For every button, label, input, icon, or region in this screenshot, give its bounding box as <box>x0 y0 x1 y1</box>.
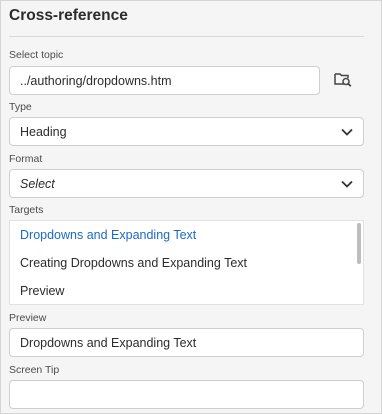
select-topic-value: ../authoring/dropdowns.htm <box>20 73 172 88</box>
format-label: Format <box>9 153 43 165</box>
target-item-dropdowns[interactable]: Dropdowns and Expanding Text <box>10 221 363 249</box>
select-topic-label: Select topic <box>9 49 64 61</box>
screen-tip-input[interactable] <box>9 380 364 409</box>
format-dropdown[interactable]: Select <box>9 169 364 198</box>
screen-tip-label: Screen Tip <box>9 364 60 376</box>
type-value: Heading <box>20 124 67 139</box>
chevron-down-icon <box>340 177 353 190</box>
preview-field[interactable]: Dropdowns and Expanding Text <box>9 328 364 357</box>
target-item-preview[interactable]: Preview <box>10 277 363 304</box>
cross-reference-panel: Cross-reference Select topic ../authorin… <box>0 0 382 414</box>
title-divider <box>9 36 364 37</box>
target-item-creating-dropdowns[interactable]: Creating Dropdowns and Expanding Text <box>10 249 363 277</box>
panel-title: Cross-reference <box>9 7 128 24</box>
preview-label: Preview <box>9 312 47 324</box>
folder-search-icon[interactable] <box>331 67 355 91</box>
chevron-down-icon <box>340 125 353 138</box>
format-value: Select <box>20 176 55 191</box>
type-label: Type <box>9 101 32 113</box>
type-dropdown[interactable]: Heading <box>9 117 364 146</box>
select-topic-input[interactable]: ../authoring/dropdowns.htm <box>9 66 320 95</box>
preview-value: Dropdowns and Expanding Text <box>20 335 197 350</box>
targets-list[interactable]: Dropdowns and Expanding Text Creating Dr… <box>9 220 364 305</box>
targets-label: Targets <box>9 204 44 216</box>
targets-scrollbar[interactable] <box>357 223 361 264</box>
